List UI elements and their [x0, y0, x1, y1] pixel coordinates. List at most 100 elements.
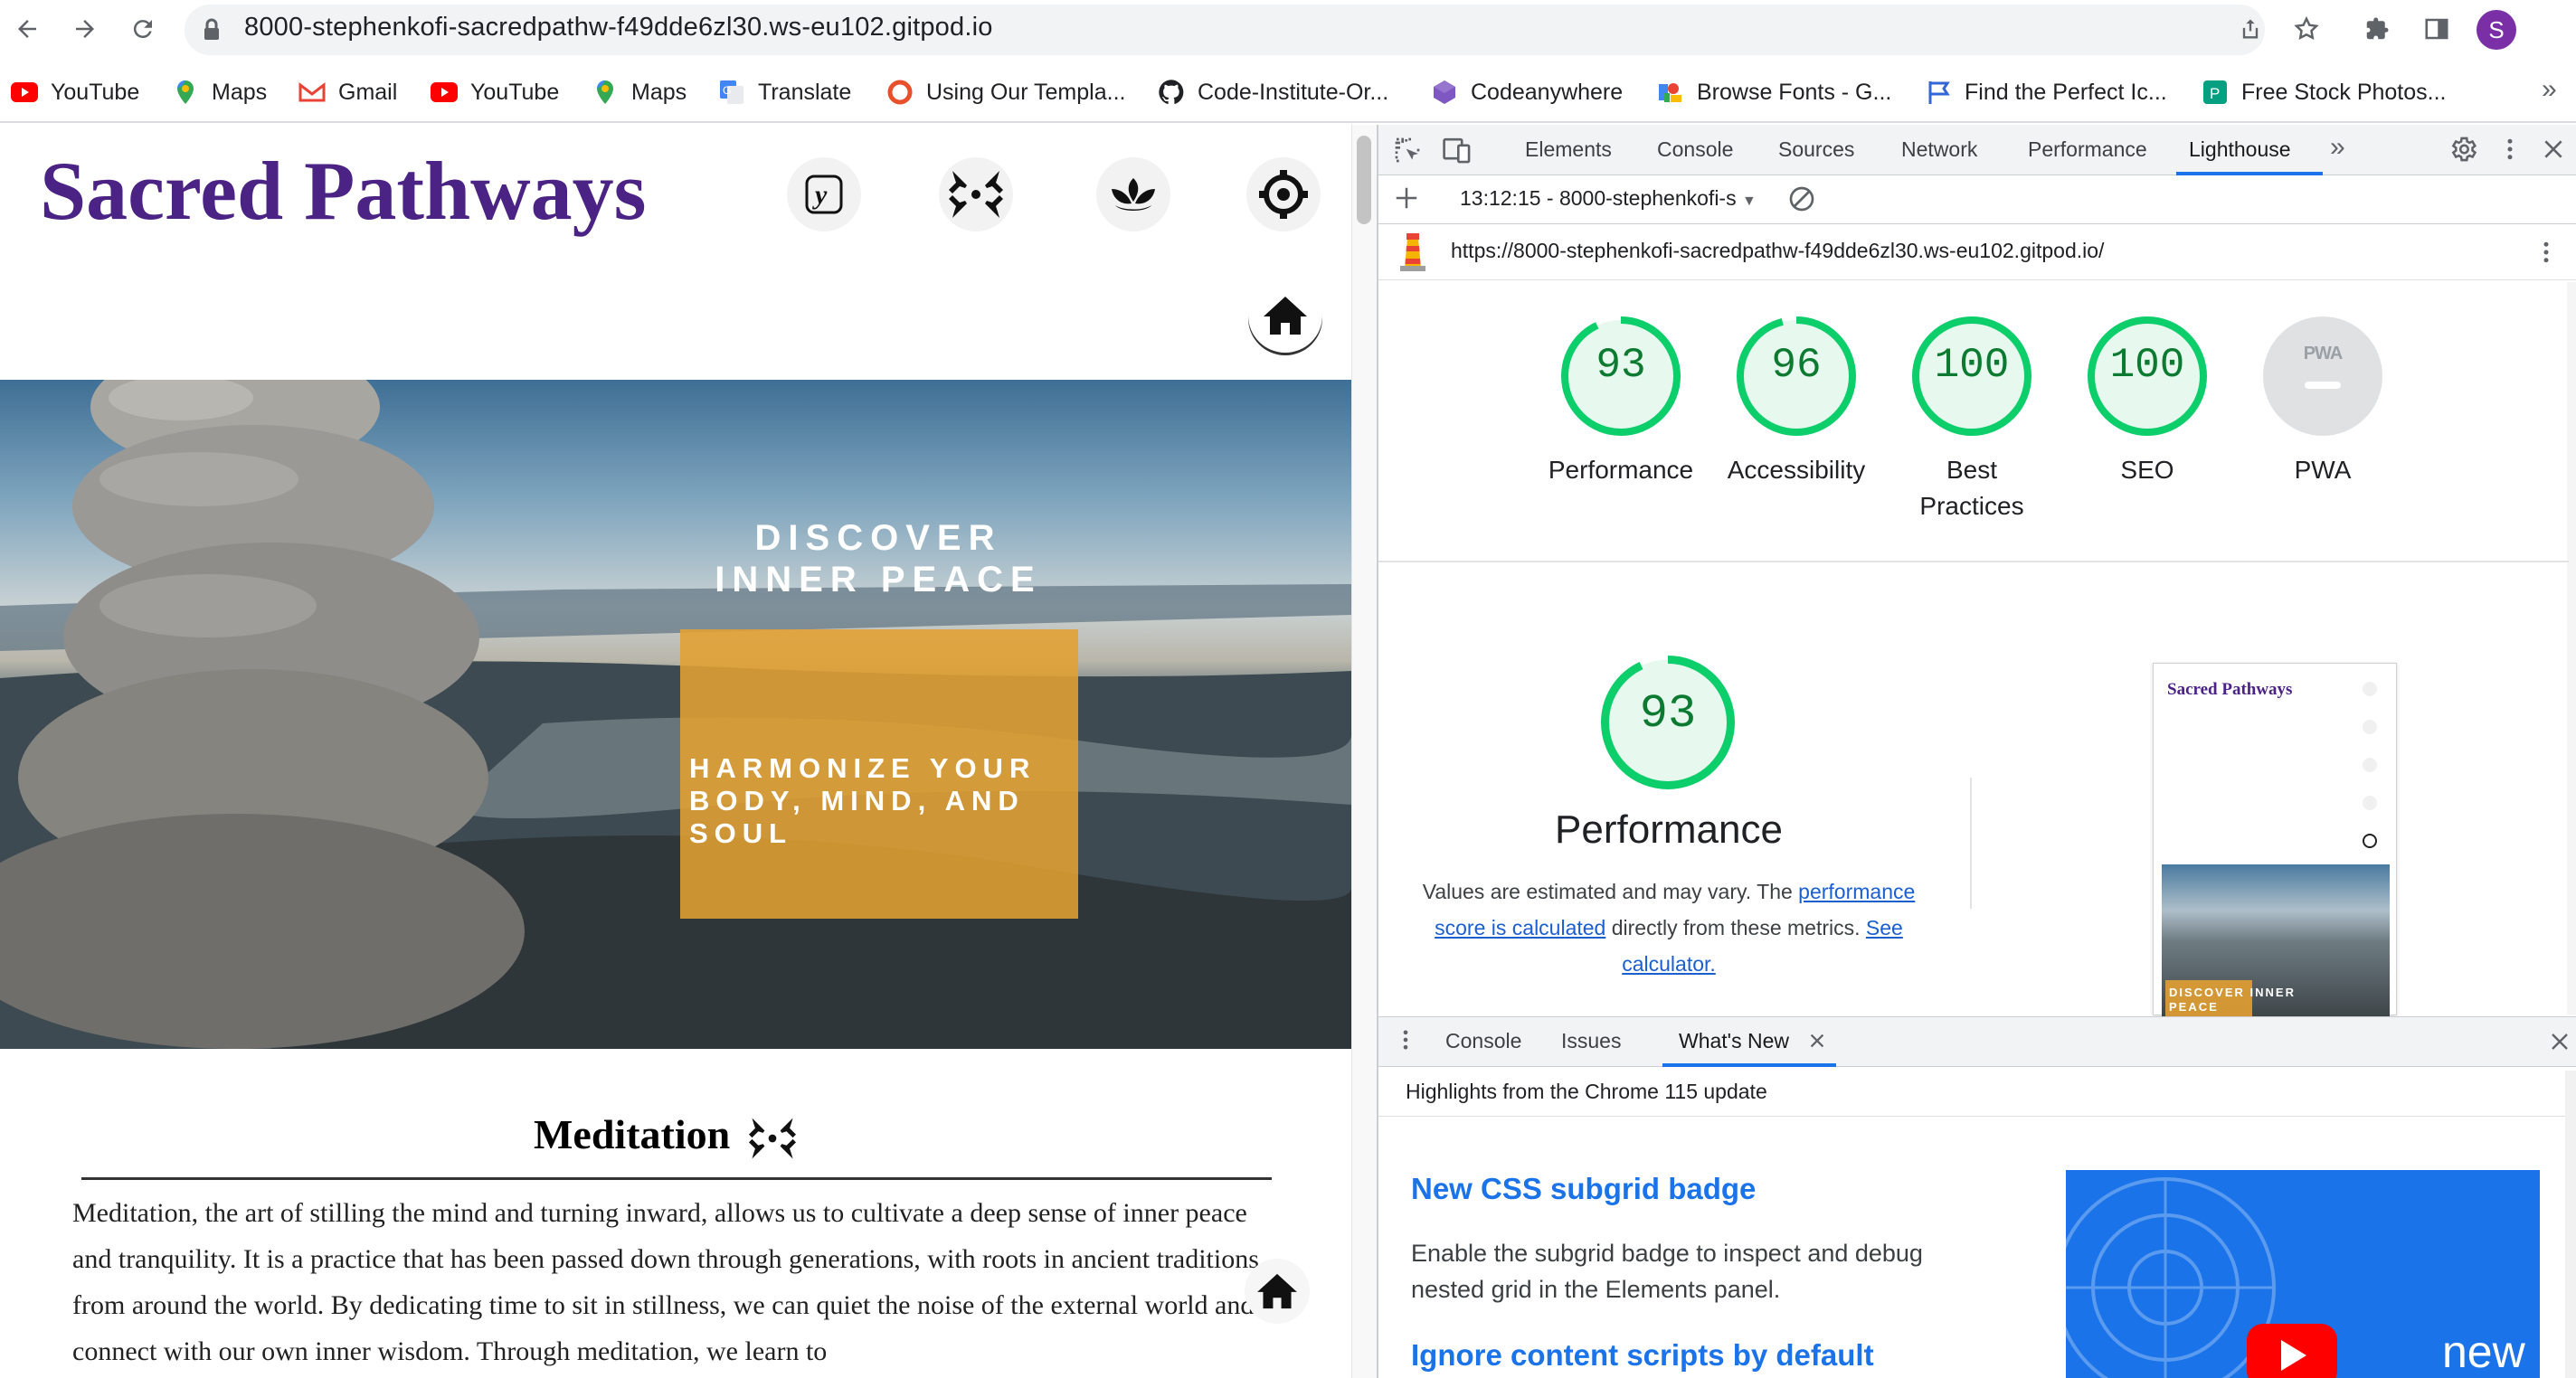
youtube-icon	[431, 79, 458, 106]
bookmark-star-button[interactable]	[2290, 13, 2323, 45]
svg-text:P: P	[2210, 85, 2220, 102]
puzzle-icon	[2366, 17, 2389, 40]
compress-arrows-icon	[748, 1118, 796, 1159]
nav-focus-button[interactable]	[1246, 157, 1321, 231]
photo-icon: P	[2202, 79, 2229, 106]
site-title[interactable]: Sacred Pathways	[40, 143, 646, 239]
close-whats-new-button[interactable]	[1807, 1031, 1827, 1051]
bookmark-gmail[interactable]: Gmail	[298, 76, 397, 109]
side-panel-button[interactable]	[2420, 13, 2453, 45]
flag-icon	[1925, 79, 1952, 106]
drawer-scrollbar[interactable]	[2565, 1071, 2576, 1378]
bookmark-find-icons[interactable]: Find the Perfect Ic...	[1925, 76, 2167, 109]
back-to-top-button[interactable]	[1245, 1259, 1310, 1324]
fonts-icon	[1657, 79, 1684, 106]
home-button[interactable]	[1248, 278, 1322, 353]
page-scrollbar-thumb[interactable]	[1357, 136, 1371, 224]
lighthouse-divider	[1378, 561, 2569, 562]
bookmark-browse-fonts[interactable]: Browse Fonts - G...	[1657, 76, 1891, 109]
translate-icon: G	[718, 79, 745, 106]
drawer-menu-button[interactable]	[1400, 1027, 1411, 1052]
close-devtools-button[interactable]	[2542, 137, 2565, 161]
whats-new-item-title-2[interactable]: Ignore content scripts by default	[1411, 1338, 1874, 1373]
extensions-button[interactable]	[2361, 13, 2393, 45]
bookmark-youtube-2[interactable]: YouTube	[431, 76, 559, 109]
page-scrollbar[interactable]	[1351, 125, 1377, 1378]
gauge-pwa[interactable]: PWA	[2263, 316, 2382, 436]
new-report-button[interactable]	[1393, 184, 1420, 212]
report-select[interactable]: 13:12:15 - 8000-stephenkofi-s ▼	[1460, 186, 1757, 211]
dropdown-arrow-icon: ▼	[1741, 193, 1757, 209]
back-button[interactable]	[11, 13, 43, 45]
report-menu-button[interactable]	[2540, 239, 2552, 266]
drawer-tab-bar	[1378, 1016, 2576, 1067]
arrow-left-icon	[18, 20, 36, 38]
reload-button[interactable]	[127, 13, 159, 45]
nav-lotus-button[interactable]	[1096, 157, 1170, 231]
inspect-cursor-icon	[1395, 137, 1420, 163]
nav-yoga-button[interactable]: y	[787, 157, 861, 231]
youtube-icon	[11, 79, 38, 106]
tab-network[interactable]: Network	[1901, 137, 1977, 162]
gauge-best-practices-label: Best Practices	[1919, 456, 2024, 520]
report-url[interactable]: https://8000-stephenkofi-sacredpathw-f49…	[1451, 239, 2104, 263]
bookmark-templates[interactable]: Using Our Templa...	[886, 76, 1125, 109]
devtools-settings-button[interactable]	[2448, 134, 2478, 165]
arrow-right-icon	[76, 20, 94, 38]
whats-new-item-title[interactable]: New CSS subgrid badge	[1411, 1172, 1756, 1206]
devtools-scrollbar[interactable]	[2567, 282, 2576, 1015]
device-toolbar-button[interactable]	[1442, 136, 1473, 165]
more-tabs-button[interactable]: »	[2330, 132, 2345, 163]
tab-elements[interactable]: Elements	[1525, 137, 1612, 162]
gauge-seo-value: 100	[2109, 342, 2185, 389]
tab-lighthouse[interactable]: Lighthouse	[2189, 137, 2291, 162]
thumbnail-nav-icon	[2363, 682, 2377, 696]
whats-new-divider	[1378, 1116, 2569, 1117]
whats-new-item-text: Enable the subgrid badge to inspect and …	[1411, 1240, 1923, 1303]
svg-text:G: G	[723, 84, 731, 97]
url-text[interactable]: 8000-stephenkofi-sacredpathw-f49dde6zl30…	[244, 13, 993, 42]
share-button[interactable]	[2234, 13, 2267, 45]
stacked-stones-image	[0, 380, 1351, 1049]
forward-button[interactable]	[69, 13, 101, 45]
bookmark-maps-2[interactable]: Maps	[592, 76, 687, 109]
drawer-tab-console[interactable]: Console	[1445, 1029, 1521, 1053]
plus-icon	[1396, 187, 1417, 209]
close-drawer-button[interactable]	[2549, 1031, 2571, 1052]
bookmark-code-institute[interactable]: Code-Institute-Or...	[1158, 76, 1388, 109]
bookmark-stock-photos[interactable]: P Free Stock Photos...	[2202, 76, 2447, 109]
performance-title: Performance	[1555, 807, 1783, 852]
bookmarks-more-button[interactable]: »	[2542, 74, 2557, 105]
hero-image	[0, 380, 1351, 1049]
bookmark-maps[interactable]: Maps	[172, 76, 267, 109]
bookmark-codeanywhere[interactable]: Codeanywhere	[1431, 76, 1623, 109]
profile-avatar[interactable]: S	[2477, 10, 2516, 50]
yoga-icon: y	[805, 175, 843, 214]
tab-sources[interactable]: Sources	[1778, 137, 1854, 162]
clear-reports-button[interactable]	[1787, 184, 1816, 213]
focus-ring-icon	[1259, 170, 1308, 219]
nav-meditation-button[interactable]	[939, 157, 1013, 231]
gauge-performance-label: Performance	[1548, 456, 1694, 484]
compress-arrows-icon	[949, 171, 1003, 218]
close-icon	[1810, 1034, 1824, 1048]
devtools-menu-button[interactable]	[2504, 136, 2516, 163]
pwa-badge-text: PWA	[2303, 344, 2344, 363]
drawer-tab-issues[interactable]: Issues	[1561, 1029, 1621, 1053]
tab-console[interactable]: Console	[1657, 137, 1733, 162]
web-page: Sacred Pathways y Meditation Meditation,…	[0, 125, 1351, 1378]
tab-performance[interactable]: Performance	[2028, 137, 2147, 162]
bookmark-translate[interactable]: G Translate	[718, 76, 851, 109]
drawer-tab-whats-new[interactable]: What's New	[1679, 1029, 1789, 1053]
thumbnail-home-icon	[2363, 834, 2377, 848]
inspect-element-button[interactable]	[1393, 136, 1422, 165]
share-icon	[2242, 19, 2259, 39]
gauge-accessibility-value: 96	[1771, 342, 1822, 389]
svg-text:y: y	[812, 180, 828, 210]
drawer-active-tab-indicator	[1662, 1063, 1836, 1067]
lock-icon[interactable]	[203, 18, 221, 42]
bookmark-youtube[interactable]: YouTube	[11, 76, 139, 109]
gmail-icon	[298, 79, 326, 106]
hero-heading: DISCOVER INNER PEACE	[715, 518, 1042, 599]
gauge-accessibility-label: Accessibility	[1727, 456, 1866, 484]
